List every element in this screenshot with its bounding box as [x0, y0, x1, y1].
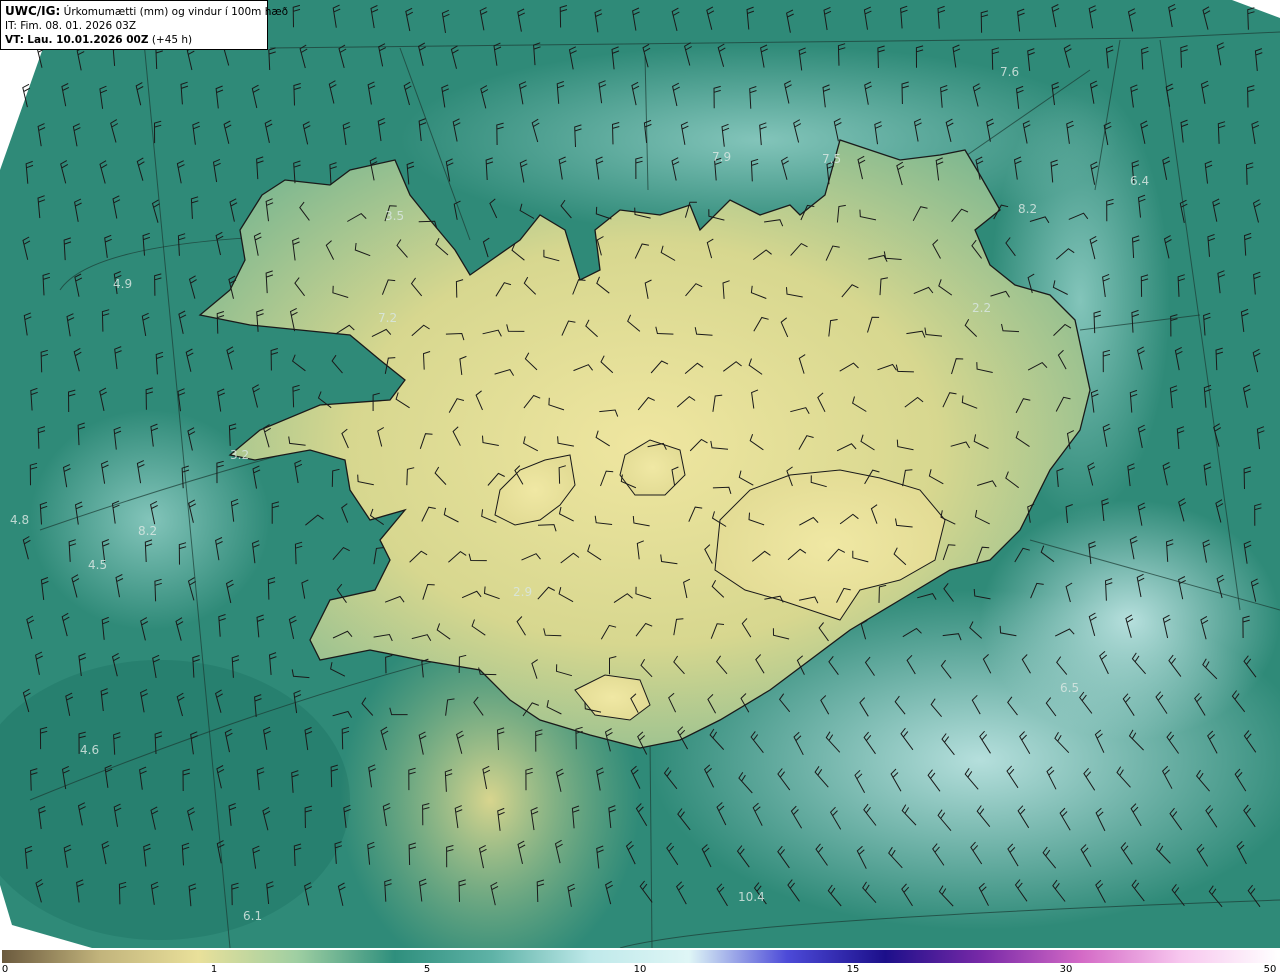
value-label: 2.9 [513, 585, 532, 599]
precipitation-map[interactable]: 7.6 7.9 7.5 6.4 3.5 8.2 4.9 7.2 2.2 3.2 … [0, 0, 1280, 948]
value-label: 7.5 [822, 152, 841, 166]
value-label: 8.2 [1018, 202, 1037, 216]
legend-tick-10: 10 [633, 964, 647, 975]
legend-tick-0: 0 [1, 964, 9, 975]
value-label: 2.2 [972, 301, 991, 315]
value-label: 7.2 [378, 311, 397, 325]
value-label: 7.9 [712, 150, 731, 164]
color-legend-strip [2, 950, 1278, 963]
valid-time: Lau. 10.01.2026 00Z [27, 34, 149, 46]
valid-time-line: VT: Lau. 10.01.2026 00Z (+45 h) [5, 33, 263, 47]
value-label: 7.6 [1000, 65, 1019, 79]
map-title-box: UWC/IG: Úrkomumætti (mm) og vindur í 100… [0, 0, 288, 50]
value-label: 3.2 [230, 448, 249, 462]
value-label: 4.5 [88, 558, 107, 572]
lead-time: (+45 h) [151, 34, 193, 46]
legend-tick-1: 1 [210, 964, 218, 975]
legend-tick-15: 15 [846, 964, 860, 975]
value-label: 6.4 [1130, 174, 1149, 188]
value-label: 4.9 [113, 277, 132, 291]
value-label: 3.5 [385, 209, 404, 223]
legend-tick-30: 30 [1059, 964, 1073, 975]
legend-tick-50: 50 [1263, 964, 1277, 975]
value-label: 6.5 [1060, 681, 1079, 695]
value-label: 6.1 [243, 909, 262, 923]
value-label: 4.6 [80, 743, 99, 757]
product-title: Úrkomumætti (mm) og vindur í 100m hæð [63, 6, 289, 18]
value-label: 4.8 [10, 513, 29, 527]
model-name: UWC/IG: [5, 4, 61, 18]
value-label: 10.4 [738, 890, 765, 904]
issue-time: IT: Fim. 08. 01. 2026 03Z [5, 20, 137, 32]
legend-tick-5: 5 [423, 964, 431, 975]
title-line: UWC/IG: Úrkomumætti (mm) og vindur í 100… [5, 4, 288, 19]
weather-map-view: 7.6 7.9 7.5 6.4 3.5 8.2 4.9 7.2 2.2 3.2 … [0, 0, 1280, 978]
color-legend: 0 1 5 10 15 30 50 [0, 948, 1280, 978]
valid-prefix: VT: [5, 34, 24, 46]
value-label: 8.2 [138, 524, 157, 538]
